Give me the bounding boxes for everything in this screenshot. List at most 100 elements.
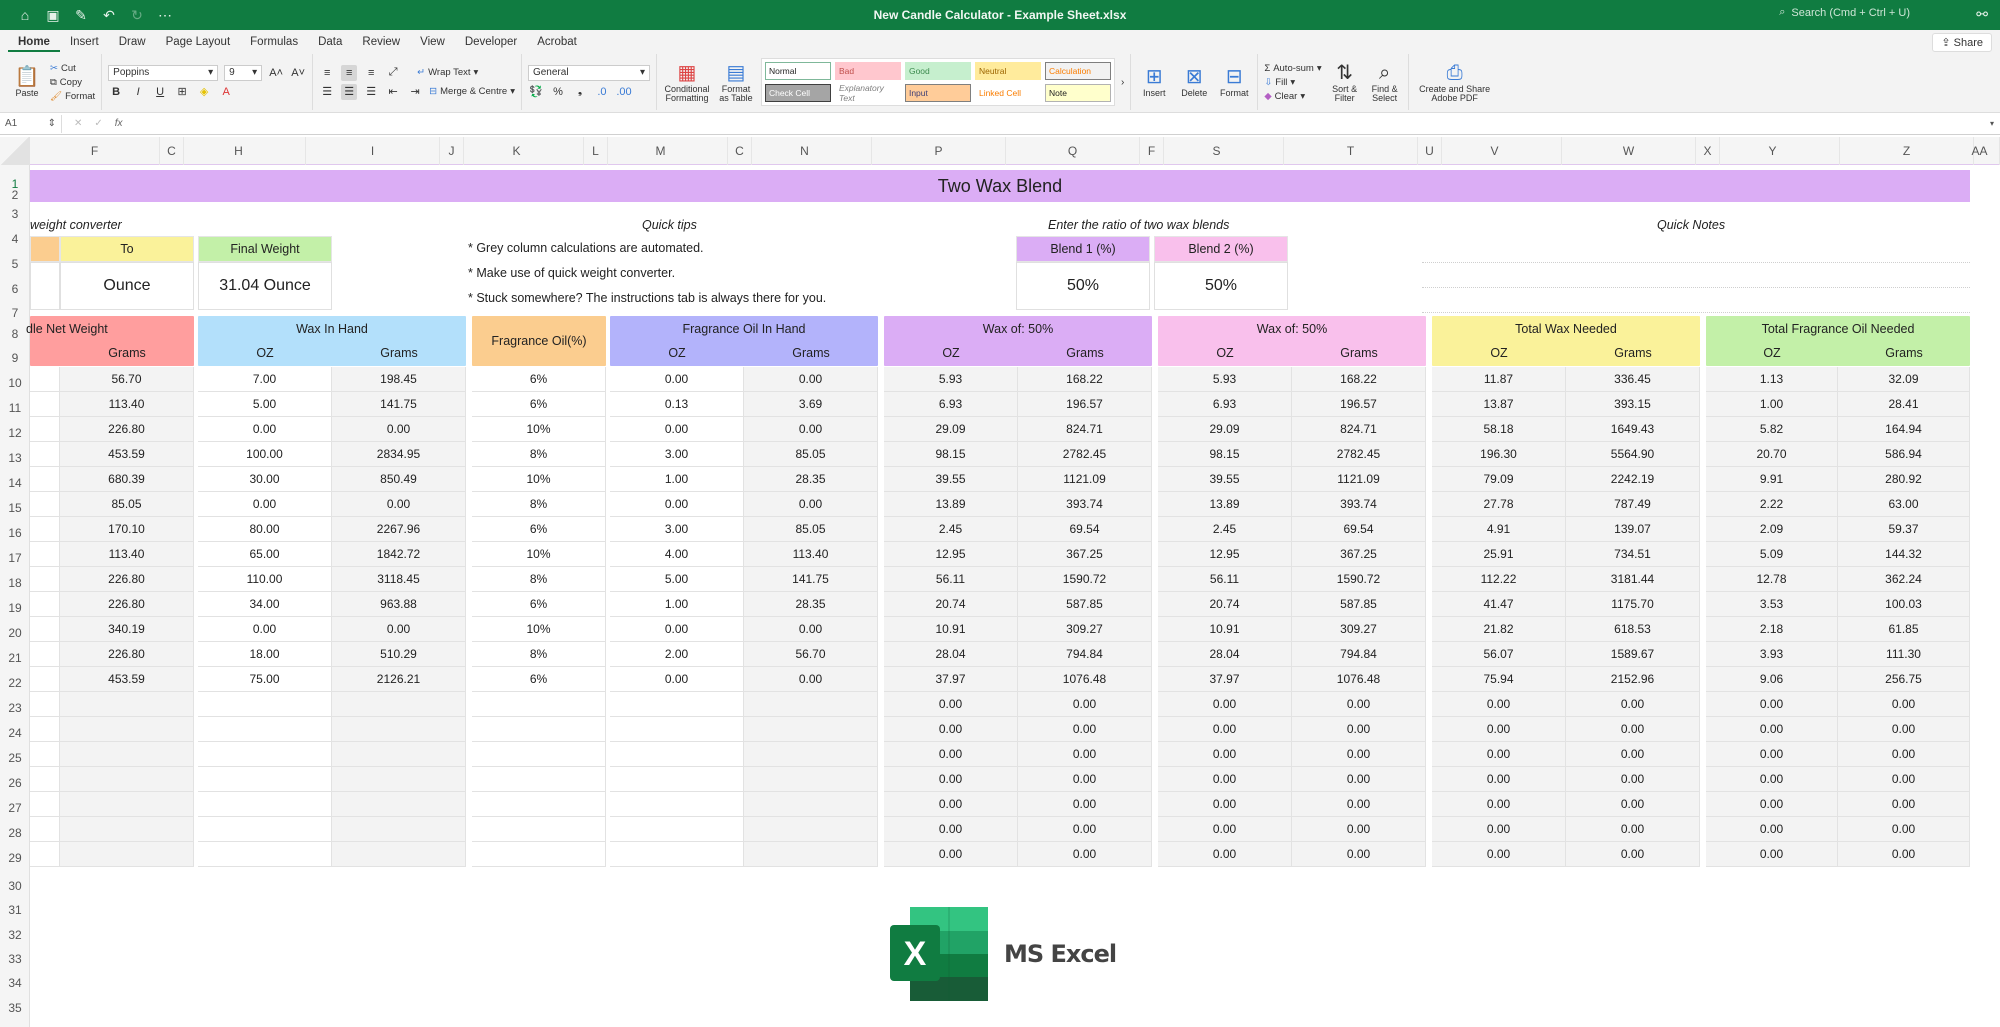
table-cell[interactable]	[30, 667, 60, 692]
cell-style-neutral[interactable]: Neutral	[974, 62, 1041, 80]
table-cell[interactable]: 0.00	[744, 667, 878, 692]
conditional-formatting-button[interactable]: ▦ Conditional Formatting	[663, 61, 711, 104]
table-cell[interactable]	[610, 767, 744, 792]
copy-button[interactable]: ⧉ Copy	[50, 77, 95, 88]
table-cell[interactable]: 2126.21	[332, 667, 466, 692]
table-cell[interactable]: 0.00	[1432, 692, 1566, 717]
row-header[interactable]: 24	[0, 726, 30, 740]
column-header[interactable]: M	[594, 137, 728, 165]
table-cell[interactable]: 1121.09	[1292, 467, 1426, 492]
table-cell[interactable]: 111.30	[1838, 642, 1970, 667]
table-cell[interactable]: 256.75	[1838, 667, 1970, 692]
table-cell[interactable]: 0.00	[610, 667, 744, 692]
table-cell[interactable]: 0.00	[1838, 767, 1970, 792]
table-cell[interactable]: 1.00	[1706, 392, 1838, 417]
table-cell[interactable]	[30, 717, 60, 742]
table-cell[interactable]: 8%	[472, 492, 606, 517]
table-cell[interactable]: 144.32	[1838, 542, 1970, 567]
row-header[interactable]: 35	[0, 1001, 30, 1015]
table-cell[interactable]: 0.00	[1158, 742, 1292, 767]
table-cell[interactable]: 198.45	[332, 367, 466, 392]
merge-centre-button[interactable]: ⊟ Merge & Centre ▾	[429, 86, 515, 97]
table-cell[interactable]: 20.70	[1706, 442, 1838, 467]
more-icon[interactable]: ⋯	[156, 7, 174, 24]
table-cell[interactable]: 39.55	[1158, 467, 1292, 492]
row-header[interactable]: 3	[0, 207, 30, 221]
table-cell[interactable]	[744, 767, 878, 792]
table-cell[interactable]: 37.97	[884, 667, 1018, 692]
row-header[interactable]: 22	[0, 676, 30, 690]
tab-view[interactable]: View	[410, 36, 455, 52]
tab-insert[interactable]: Insert	[60, 36, 109, 52]
table-cell[interactable]: 113.40	[60, 392, 194, 417]
table-cell[interactable]	[30, 442, 60, 467]
table-cell[interactable]: 0.00	[1432, 742, 1566, 767]
table-cell[interactable]	[610, 817, 744, 842]
table-cell[interactable]: 0.00	[1292, 717, 1426, 742]
table-cell[interactable]: 10%	[472, 542, 606, 567]
table-cell[interactable]	[60, 842, 194, 867]
row-header[interactable]: 17	[0, 551, 30, 565]
table-cell[interactable]	[744, 717, 878, 742]
table-cell[interactable]	[332, 692, 466, 717]
table-cell[interactable]: 28.04	[884, 642, 1018, 667]
table-cell[interactable]	[610, 842, 744, 867]
table-cell[interactable]: 3181.44	[1566, 567, 1700, 592]
table-cell[interactable]: 0.00	[884, 692, 1018, 717]
table-cell[interactable]: 0.00	[1706, 717, 1838, 742]
table-cell[interactable]: 112.22	[1432, 567, 1566, 592]
table-cell[interactable]	[198, 767, 332, 792]
table-cell[interactable]: 9.06	[1706, 667, 1838, 692]
fill-button[interactable]: ⇩ Fill ▾	[1264, 77, 1321, 88]
row-header[interactable]: 33	[0, 952, 30, 966]
table-cell[interactable]: 85.05	[60, 492, 194, 517]
select-all-button[interactable]	[0, 137, 30, 165]
table-cell[interactable]	[610, 692, 744, 717]
format-as-table-button[interactable]: ▤ Format as Table	[717, 61, 755, 104]
row-header[interactable]: 13	[0, 451, 30, 465]
table-cell[interactable]	[610, 717, 744, 742]
table-cell[interactable]	[30, 642, 60, 667]
row-header[interactable]: 32	[0, 928, 30, 942]
row-header[interactable]: 27	[0, 801, 30, 815]
redo-icon[interactable]: ↻	[128, 7, 146, 24]
table-cell[interactable]: 2.09	[1706, 517, 1838, 542]
increase-decimal-icon[interactable]: .0	[594, 84, 610, 100]
table-cell[interactable]: 787.49	[1566, 492, 1700, 517]
table-cell[interactable]: 0.00	[884, 817, 1018, 842]
find-select-button[interactable]: ⌕ Find & Select	[1368, 61, 1402, 104]
table-cell[interactable]: 280.92	[1838, 467, 1970, 492]
row-header[interactable]: 11	[0, 401, 30, 415]
table-cell[interactable]: 65.00	[198, 542, 332, 567]
confirm-icon[interactable]: ✓	[94, 118, 102, 129]
table-cell[interactable]: 5.09	[1706, 542, 1838, 567]
table-cell[interactable]: 28.41	[1838, 392, 1970, 417]
table-cell[interactable]: 61.85	[1838, 617, 1970, 642]
row-header[interactable]: 6	[0, 282, 30, 296]
table-cell[interactable]: 56.70	[60, 367, 194, 392]
table-cell[interactable]: 1.00	[610, 592, 744, 617]
column-header[interactable]: F	[30, 137, 160, 165]
decrease-font-icon[interactable]: A˅	[290, 65, 306, 81]
table-cell[interactable]	[30, 767, 60, 792]
font-color-icon[interactable]: A	[218, 84, 234, 100]
table-cell[interactable]: 393.74	[1292, 492, 1426, 517]
table-cell[interactable]: 0.00	[332, 492, 466, 517]
table-cell[interactable]: 2.18	[1706, 617, 1838, 642]
table-cell[interactable]	[198, 817, 332, 842]
table-cell[interactable]: 0.00	[1018, 767, 1152, 792]
table-cell[interactable]	[472, 717, 606, 742]
table-cell[interactable]	[198, 717, 332, 742]
format-cells-button[interactable]: ⊟ Format	[1217, 65, 1251, 98]
table-cell[interactable]: 0.00	[884, 742, 1018, 767]
table-cell[interactable]	[744, 742, 878, 767]
table-cell[interactable]: 9.91	[1706, 467, 1838, 492]
table-cell[interactable]: 168.22	[1018, 367, 1152, 392]
table-cell[interactable]: 0.00	[1432, 767, 1566, 792]
table-cell[interactable]: 27.78	[1432, 492, 1566, 517]
table-cell[interactable]: 100.03	[1838, 592, 1970, 617]
table-cell[interactable]: 0.00	[1706, 792, 1838, 817]
table-cell[interactable]: 0.00	[332, 617, 466, 642]
table-cell[interactable]: 12.78	[1706, 567, 1838, 592]
table-cell[interactable]: 8%	[472, 567, 606, 592]
